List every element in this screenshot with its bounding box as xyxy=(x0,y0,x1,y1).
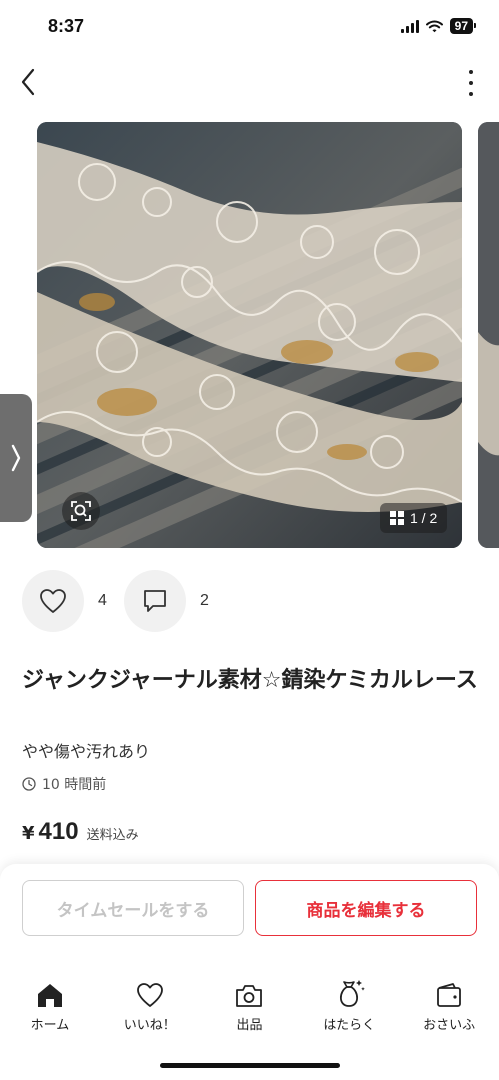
like-reaction: 4 xyxy=(22,570,107,632)
tab-label: 出品 xyxy=(236,1018,263,1033)
zoom-button[interactable] xyxy=(62,492,100,530)
comment-count: 2 xyxy=(200,592,209,609)
dot xyxy=(469,81,473,85)
camera-icon xyxy=(236,985,263,1007)
tab-work[interactable]: はたらく xyxy=(299,978,399,1040)
next-photo-preview[interactable] xyxy=(478,122,499,548)
bottom-tab-bar: ホーム いいね！ 出品 はたらく おさいふ xyxy=(0,978,499,1040)
home-indicator xyxy=(160,1063,340,1068)
tab-likes[interactable]: いいね！ xyxy=(100,978,200,1040)
posted-time: 10 時間前 xyxy=(22,774,106,794)
timesale-button[interactable]: タイムセールをする xyxy=(22,880,244,936)
tab-label: ホーム xyxy=(30,1018,70,1033)
status-bar: 8:37 97 xyxy=(0,0,499,54)
home-icon xyxy=(37,984,62,1007)
price: ¥ 410 送料込み xyxy=(22,818,139,846)
more-options-button[interactable] xyxy=(465,70,477,96)
tab-label: はたらく xyxy=(323,1018,376,1033)
chevron-left-icon xyxy=(21,68,35,96)
item-condition: やや傷や汚れあり xyxy=(22,742,151,761)
comment-reaction: 2 xyxy=(124,570,209,632)
price-value: 410 xyxy=(38,818,79,845)
product-photo[interactable] xyxy=(37,122,462,548)
grid-icon xyxy=(390,511,404,525)
status-time: 8:37 xyxy=(48,16,85,36)
clock-icon xyxy=(22,777,36,791)
heart-icon xyxy=(40,589,66,613)
tab-label: おさいふ xyxy=(423,1018,476,1033)
cellular-signal-icon xyxy=(400,19,419,33)
tab-label: いいね！ xyxy=(123,1018,176,1033)
comment-icon xyxy=(144,590,166,612)
action-sheet: タイムセールをする 商品を編集する xyxy=(0,864,499,1080)
photo-page-indicator: 1 / 2 xyxy=(380,503,448,533)
lace-photo-image xyxy=(37,122,462,548)
edit-item-button[interactable]: 商品を編集する xyxy=(255,880,477,936)
battery-indicator: 97 xyxy=(449,18,477,34)
heart-icon xyxy=(136,983,163,1007)
image-gallery[interactable] xyxy=(0,120,499,550)
page-indicator-text: 1 / 2 xyxy=(410,510,438,526)
like-button[interactable] xyxy=(22,570,84,632)
tab-wallet[interactable]: おさいふ xyxy=(399,978,499,1040)
posted-time-text: 10 時間前 xyxy=(42,777,107,793)
comment-button[interactable] xyxy=(124,570,186,632)
tab-home[interactable]: ホーム xyxy=(0,978,100,1040)
shipping-note: 送料込み xyxy=(86,828,139,843)
price-currency: ¥ xyxy=(22,823,35,844)
dot xyxy=(469,92,473,96)
search-zoom-icon xyxy=(71,501,91,521)
back-button[interactable] xyxy=(12,64,44,100)
wallet-icon xyxy=(437,983,461,1007)
side-panel-tab[interactable] xyxy=(0,394,32,522)
dot xyxy=(469,70,473,74)
money-bag-icon xyxy=(340,980,366,1007)
like-count: 4 xyxy=(98,592,107,609)
tab-sell[interactable]: 出品 xyxy=(200,978,300,1040)
wifi-icon xyxy=(425,20,443,32)
status-icons: 97 xyxy=(400,18,477,34)
item-title: ジャンクジャーナル素材☆錆染ケミカルレース xyxy=(22,668,478,693)
chevron-right-icon xyxy=(11,444,21,472)
